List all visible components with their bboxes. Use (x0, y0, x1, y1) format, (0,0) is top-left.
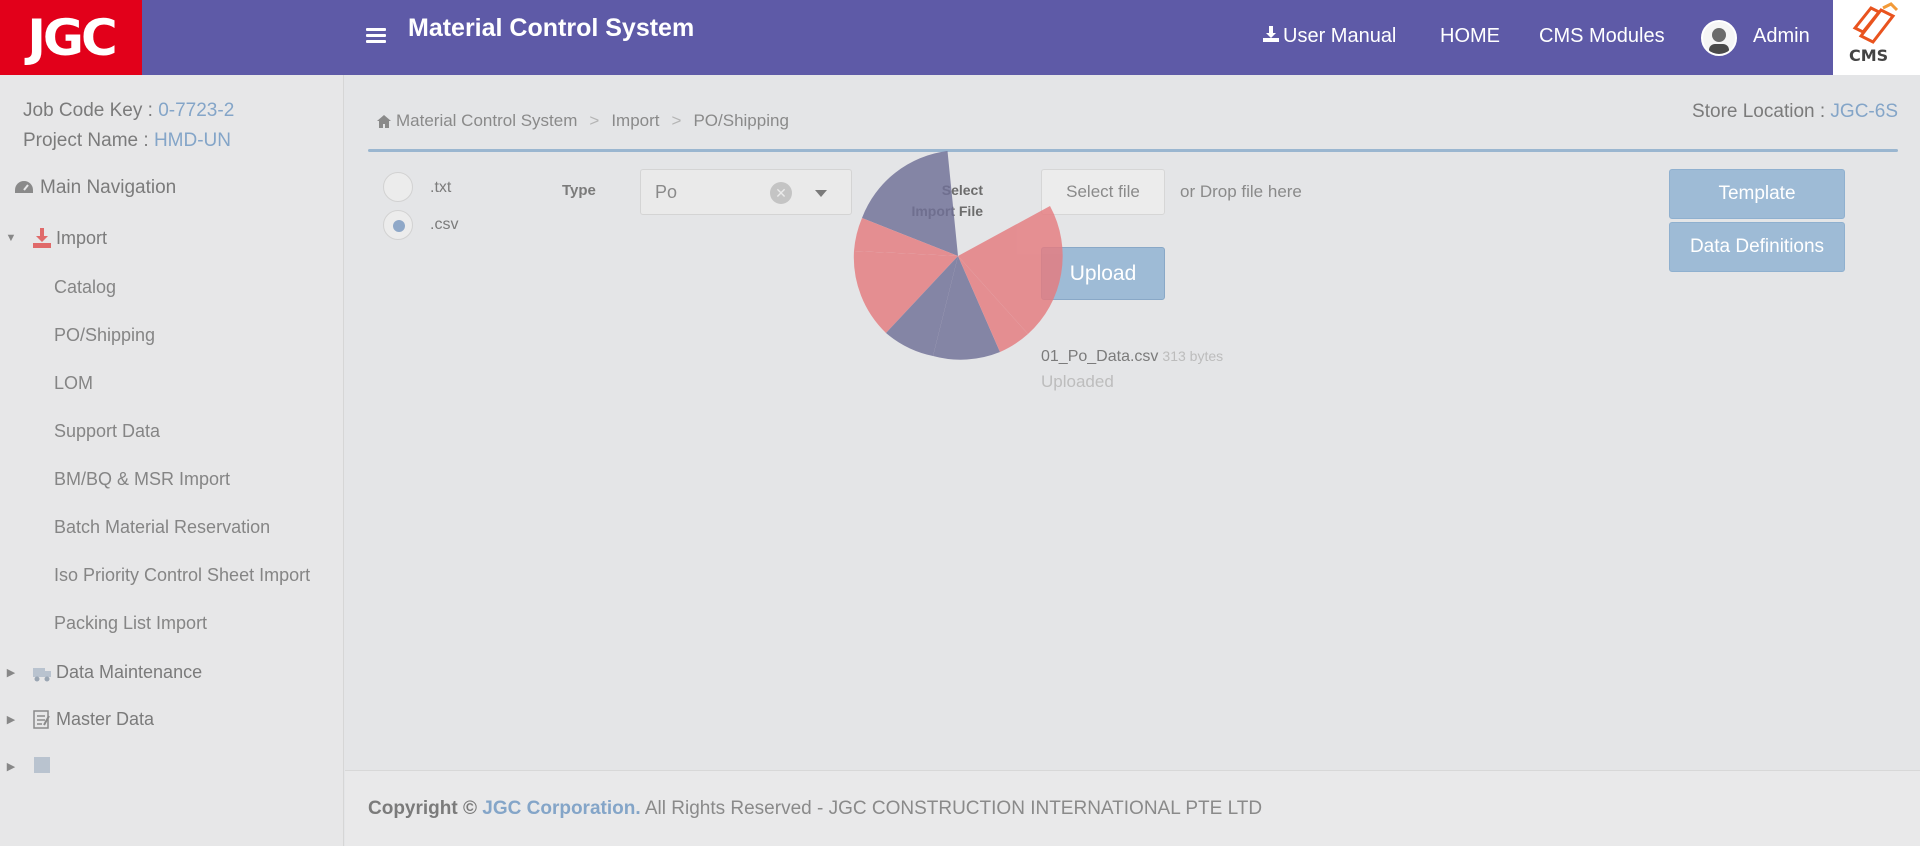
top-header: JGC Material Control System User Manual … (0, 0, 1920, 75)
cms-modules-link[interactable]: CMS Modules (1539, 25, 1665, 48)
truck-icon (33, 668, 51, 682)
caret-down-icon: ▼ (5, 232, 17, 244)
caret-right-icon: ▶ (6, 666, 16, 679)
upload-status: Uploaded (1041, 372, 1114, 391)
data-definitions-button[interactable]: Data Definitions (1669, 222, 1845, 272)
type-select-value: Po (655, 182, 678, 202)
chevron-down-icon[interactable] (815, 190, 827, 197)
sidebar-item-support-data[interactable]: Support Data (54, 421, 160, 442)
dashboard-icon (15, 181, 33, 193)
sidebar-item-bm-bq-msr-import[interactable]: BM/BQ & MSR Import (54, 469, 230, 490)
user-manual-link[interactable]: User Manual (1262, 25, 1396, 48)
breadcrumb-home[interactable]: Material Control System (396, 111, 577, 131)
app-title: Material Control System (408, 14, 695, 42)
sidebar-item-master-data[interactable]: ▶ Master Data (0, 708, 154, 730)
admin-menu[interactable]: Admin (1753, 25, 1810, 48)
template-button[interactable]: Template (1669, 169, 1845, 219)
import-icon (33, 228, 51, 248)
footer-corp-link[interactable]: JGC Corporation. (482, 798, 640, 819)
main-navigation-heading: Main Navigation (14, 177, 176, 199)
store-location: Store Location : JGC-6S (1692, 101, 1898, 122)
uploaded-file: 01_Po_Data.csv 313 bytes (1041, 348, 1223, 366)
avatar[interactable] (1701, 20, 1737, 56)
home-link[interactable]: HOME (1440, 25, 1500, 48)
sidebar-item-data-maintenance[interactable]: ▶ Data Maintenance (0, 661, 202, 683)
type-select[interactable]: Po ✕ (640, 169, 852, 215)
sidebar-item-reports-partial[interactable]: ▶ (0, 755, 56, 777)
drop-zone[interactable]: or Drop file here (1180, 182, 1302, 202)
sidebar-item-catalog[interactable]: Catalog (54, 277, 116, 298)
download-icon (1263, 26, 1279, 42)
cms-logo[interactable]: CMS (1833, 0, 1920, 75)
report-icon (34, 757, 50, 773)
project-name: Project Name : HMD-UN (23, 130, 231, 151)
breadcrumb-po-shipping: PO/Shipping (693, 111, 789, 130)
loading-spinner-icon (853, 151, 1063, 360)
caret-right-icon: ▶ (6, 713, 16, 726)
sidebar: Job Code Key : 0-7723-2 Project Name : H… (0, 75, 344, 846)
radio-txt-label: .txt (430, 179, 452, 196)
sidebar-item-lom[interactable]: LOM (54, 373, 93, 394)
home-icon (377, 114, 391, 128)
sidebar-item-batch-material-reservation[interactable]: Batch Material Reservation (54, 517, 270, 538)
breadcrumb-import[interactable]: Import (611, 111, 659, 131)
sidebar-item-po-shipping[interactable]: PO/Shipping (54, 325, 155, 346)
uploaded-file-size: 313 bytes (1162, 348, 1224, 364)
job-code-key: Job Code Key : 0-7723-2 (23, 100, 235, 121)
clear-icon[interactable]: ✕ (770, 182, 792, 204)
radio-csv[interactable] (383, 210, 413, 240)
sidebar-item-import[interactable]: ▼ Import (0, 227, 107, 249)
caret-right-icon: ▶ (6, 760, 16, 773)
breadcrumb: Material Control System > Import > PO/Sh… (376, 111, 789, 131)
hamburger-menu-icon[interactable] (366, 28, 386, 44)
content-divider (368, 149, 1898, 152)
footer: Copyright © JGC Corporation. All Rights … (345, 770, 1920, 846)
document-edit-icon (33, 710, 50, 729)
type-label: Type (562, 182, 596, 199)
footer-copyright: Copyright © JGC Corporation. All Rights … (368, 798, 1263, 819)
sidebar-item-iso-priority-import[interactable]: Iso Priority Control Sheet Import (54, 565, 310, 586)
radio-txt[interactable] (383, 172, 413, 202)
jgc-logo[interactable]: JGC (0, 0, 142, 75)
radio-csv-label: .csv (430, 216, 459, 233)
cms-logo-icon (1852, 2, 1899, 44)
sidebar-item-packing-list-import[interactable]: Packing List Import (54, 613, 207, 634)
